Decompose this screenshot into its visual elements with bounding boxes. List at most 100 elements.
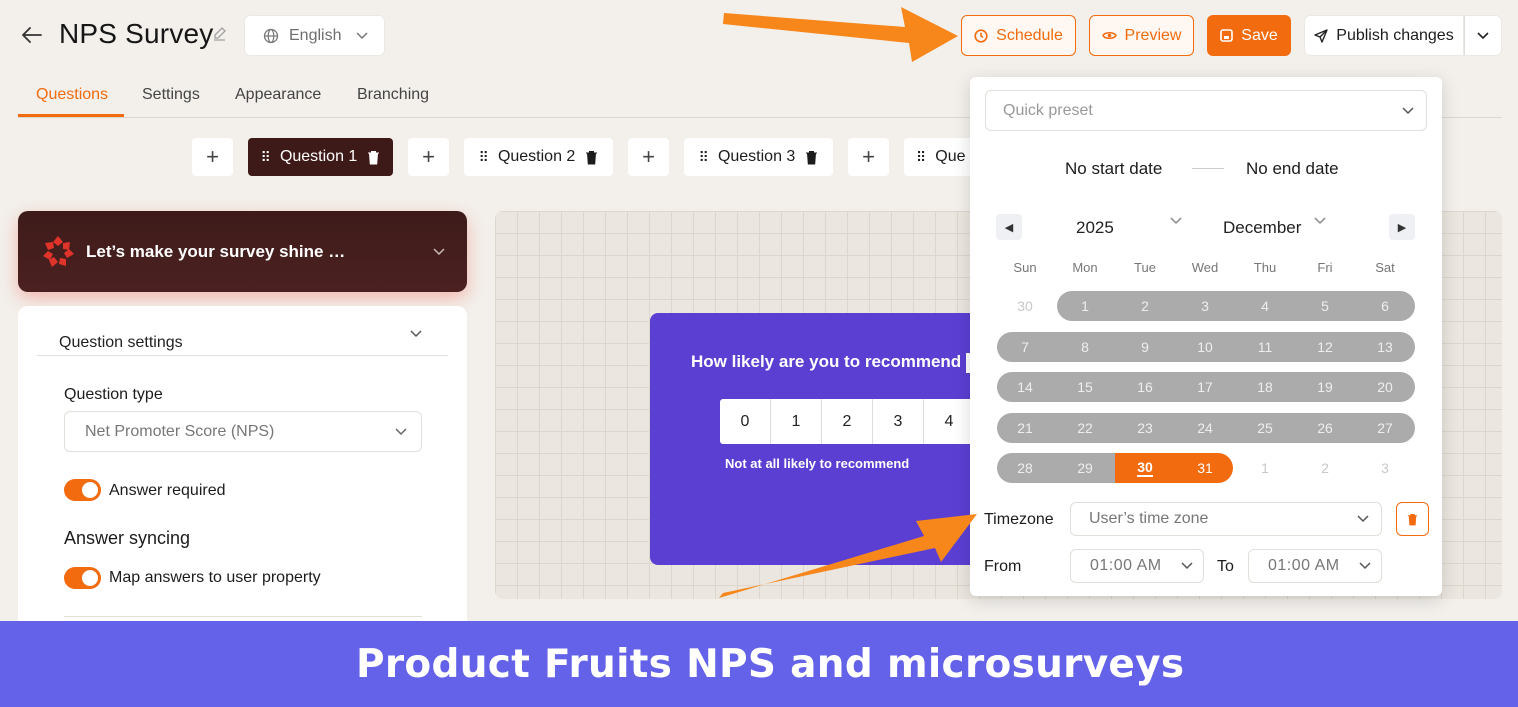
calendar-day[interactable]: 31: [1175, 453, 1235, 483]
calendar-day: 3: [1355, 453, 1415, 483]
preview-button[interactable]: Preview: [1089, 15, 1194, 56]
chevron-down-icon: [433, 247, 445, 255]
chevron-down-icon[interactable]: [1314, 217, 1326, 225]
back-button[interactable]: [18, 22, 46, 48]
answer-required-label: Answer required: [109, 482, 226, 499]
calendar-day[interactable]: 9: [1115, 332, 1175, 362]
tab-appearance[interactable]: Appearance: [235, 86, 321, 104]
tab-settings[interactable]: Settings: [142, 86, 200, 104]
calendar-day[interactable]: 17: [1175, 372, 1235, 402]
calendar-day-number: 29: [1077, 460, 1093, 476]
drag-handle-icon[interactable]: ⠿: [479, 150, 489, 164]
calendar-day[interactable]: 30: [1115, 453, 1175, 483]
save-icon: [1220, 29, 1234, 42]
quick-preset-select[interactable]: Quick preset: [985, 90, 1427, 131]
trash-icon[interactable]: [367, 150, 380, 165]
calendar-day[interactable]: 21: [995, 413, 1055, 443]
question-tab-3[interactable]: ⠿ Question 3: [684, 138, 833, 176]
calendar-day[interactable]: 19: [1295, 372, 1355, 402]
calendar-day[interactable]: 6: [1355, 291, 1415, 321]
end-date[interactable]: No end date: [1246, 159, 1339, 179]
calendar-day[interactable]: 22: [1055, 413, 1115, 443]
nps-score-option[interactable]: 1: [771, 399, 822, 444]
drag-handle-icon[interactable]: ⠿: [261, 150, 271, 164]
chevron-down-icon[interactable]: [1170, 217, 1182, 225]
month-select[interactable]: December: [1223, 218, 1301, 238]
schedule-button[interactable]: Schedule: [961, 15, 1076, 56]
chevron-down-icon[interactable]: [410, 330, 422, 338]
language-select[interactable]: English: [244, 15, 385, 56]
answer-required-toggle[interactable]: [64, 479, 101, 501]
nps-score-option[interactable]: 3: [873, 399, 924, 444]
calendar-day[interactable]: 10: [1175, 332, 1235, 362]
chevron-down-icon: [1477, 31, 1489, 39]
calendar-day-number: 18: [1257, 379, 1273, 395]
tab-questions[interactable]: Questions: [36, 86, 108, 104]
calendar-day[interactable]: 2: [1115, 291, 1175, 321]
trash-icon[interactable]: [805, 150, 818, 165]
to-time-select[interactable]: 01:00 AM: [1248, 549, 1382, 583]
trash-icon[interactable]: [585, 150, 598, 165]
question-settings-title[interactable]: Question settings: [59, 334, 183, 352]
nps-score-option[interactable]: 2: [822, 399, 873, 444]
calendar-day[interactable]: 7: [995, 332, 1055, 362]
calendar-day[interactable]: 27: [1355, 413, 1415, 443]
calendar-day[interactable]: 20: [1355, 372, 1415, 402]
question-type-select[interactable]: Net Promoter Score (NPS): [64, 411, 422, 452]
nps-score-option[interactable]: 4: [924, 399, 975, 444]
publish-button[interactable]: Publish changes: [1304, 15, 1464, 56]
calendar-day[interactable]: 18: [1235, 372, 1295, 402]
year-select[interactable]: 2025: [1076, 218, 1114, 238]
question-tab-1[interactable]: ⠿ Question 1: [248, 138, 393, 176]
question-tab-2[interactable]: ⠿ Question 2: [464, 138, 613, 176]
calendar-day[interactable]: 3: [1175, 291, 1235, 321]
map-answers-toggle[interactable]: [64, 567, 101, 589]
from-time-select[interactable]: 01:00 AM: [1070, 549, 1204, 583]
calendar-day[interactable]: 1: [1055, 291, 1115, 321]
nps-question: How likely are you to recommend: [691, 352, 962, 371]
clock-icon: [974, 28, 988, 43]
question-type-value: Net Promoter Score (NPS): [85, 422, 275, 440]
divider: [37, 355, 448, 356]
calendar-day[interactable]: 16: [1115, 372, 1175, 402]
add-question-button[interactable]: +: [408, 138, 449, 176]
question-tab-4[interactable]: ⠿ Que: [904, 138, 970, 176]
page-title: NPS Survey: [59, 18, 214, 49]
calendar-day[interactable]: 5: [1295, 291, 1355, 321]
calendar-day[interactable]: 4: [1235, 291, 1295, 321]
nps-score-option[interactable]: 0: [720, 399, 771, 444]
map-answers-label: Map answers to user property: [109, 569, 321, 586]
save-button[interactable]: Save: [1207, 15, 1291, 56]
add-question-button[interactable]: +: [192, 138, 233, 176]
timezone-select[interactable]: User’s time zone: [1070, 502, 1382, 536]
calendar-day-number: 20: [1377, 379, 1393, 395]
edit-title-icon[interactable]: [212, 26, 228, 47]
calendar-day[interactable]: 26: [1295, 413, 1355, 443]
calendar-day-number: 22: [1077, 419, 1093, 436]
calendar-day[interactable]: 11: [1235, 332, 1295, 362]
next-month-button[interactable]: ▶: [1389, 214, 1415, 240]
clear-schedule-button[interactable]: [1396, 502, 1429, 536]
ai-assistant-banner[interactable]: Let’s make your survey shine …: [18, 211, 467, 292]
calendar-day[interactable]: 24: [1175, 413, 1235, 443]
prev-month-button[interactable]: ◀: [996, 214, 1022, 240]
calendar-day[interactable]: 23: [1115, 413, 1175, 443]
chevron-down-icon: [395, 427, 407, 435]
drag-handle-icon[interactable]: ⠿: [916, 150, 926, 164]
drag-handle-icon[interactable]: ⠿: [699, 150, 709, 164]
tab-branching[interactable]: Branching: [357, 86, 429, 104]
calendar-day[interactable]: 29: [1055, 453, 1115, 483]
calendar-day[interactable]: 8: [1055, 332, 1115, 362]
start-date[interactable]: No start date: [1065, 159, 1162, 179]
calendar-day[interactable]: 15: [1055, 372, 1115, 402]
add-question-button[interactable]: +: [848, 138, 889, 176]
calendar-day[interactable]: 28: [995, 453, 1055, 483]
add-question-button[interactable]: +: [628, 138, 669, 176]
calendar-day-number: 30: [1017, 298, 1033, 314]
publish-options-button[interactable]: [1464, 15, 1502, 56]
calendar-day[interactable]: 25: [1235, 413, 1295, 443]
calendar-day[interactable]: 12: [1295, 332, 1355, 362]
calendar-day[interactable]: 14: [995, 372, 1055, 402]
calendar-day[interactable]: 13: [1355, 332, 1415, 362]
active-tab-indicator: [18, 114, 124, 117]
